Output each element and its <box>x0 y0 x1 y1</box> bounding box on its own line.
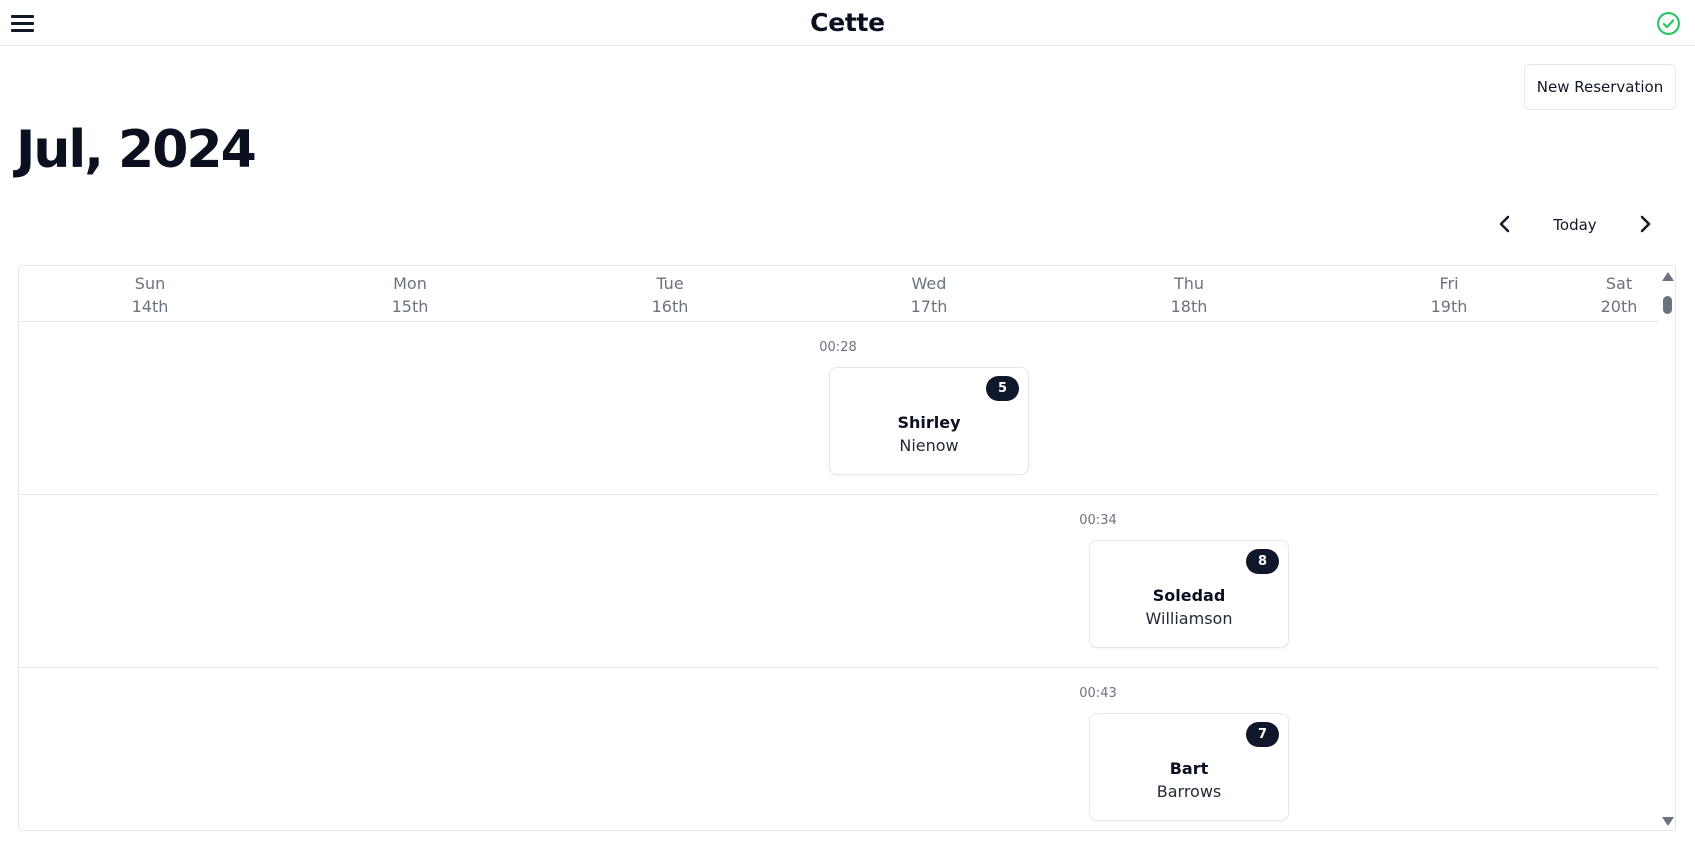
calendar-header: Sun 14th Mon 15th Tue 16th Wed 17th Thu … <box>19 266 1659 322</box>
reservation-time: 00:28 <box>819 340 857 355</box>
day-date: 16th <box>651 297 689 316</box>
month-title: Jul, 2024 <box>16 120 257 180</box>
scroll-up-arrow-icon[interactable] <box>1662 272 1674 281</box>
party-size-badge: 7 <box>1246 722 1279 747</box>
next-week-button[interactable] <box>1632 211 1658 237</box>
guest-last-name: Williamson <box>1145 609 1233 628</box>
day-header-fri: Fri 19th <box>1389 272 1509 318</box>
guest-first-name: Soledad <box>1152 586 1226 605</box>
week-calendar: Sun 14th Mon 15th Tue 16th Wed 17th Thu … <box>18 265 1676 831</box>
new-reservation-button[interactable]: New Reservation <box>1524 64 1676 110</box>
vertical-scrollbar[interactable] <box>1659 266 1675 830</box>
today-button[interactable]: Today <box>1540 212 1610 238</box>
day-header-mon: Mon 15th <box>350 272 470 318</box>
chevron-left-icon <box>1499 215 1510 233</box>
day-name: Mon <box>393 274 427 293</box>
chevron-right-icon <box>1640 215 1651 233</box>
day-header-tue: Tue 16th <box>610 272 730 318</box>
scroll-thumb[interactable] <box>1663 296 1672 314</box>
day-name: Wed <box>911 274 947 293</box>
day-name: Fri <box>1439 274 1459 293</box>
day-name: Sun <box>134 274 166 293</box>
top-bar: Cette <box>0 0 1695 46</box>
day-name: Thu <box>1173 274 1205 293</box>
party-size-badge: 5 <box>986 376 1019 401</box>
day-header-sun: Sun 14th <box>90 272 210 318</box>
guest-last-name: Nienow <box>899 436 959 455</box>
check-circle-icon <box>1657 12 1680 35</box>
day-date: 14th <box>131 297 169 316</box>
guest-last-name: Barrows <box>1156 782 1222 801</box>
reservation-card[interactable]: 5 Shirley Nienow <box>829 367 1029 475</box>
reservation-row: 00:43 7 Bart Barrows <box>19 668 1659 830</box>
day-date: 17th <box>910 297 948 316</box>
hamburger-menu-icon[interactable] <box>11 13 34 33</box>
scroll-down-arrow-icon[interactable] <box>1662 817 1674 826</box>
day-date: 18th <box>1170 297 1208 316</box>
guest-first-name: Bart <box>1169 759 1209 778</box>
reservation-time: 00:34 <box>1079 513 1117 528</box>
party-size-badge: 8 <box>1246 549 1279 574</box>
day-date: 19th <box>1430 297 1468 316</box>
day-header-thu: Thu 18th <box>1129 272 1249 318</box>
reservation-row: 00:28 5 Shirley Nienow <box>19 322 1659 495</box>
reservation-card[interactable]: 7 Bart Barrows <box>1089 713 1289 821</box>
reservation-card[interactable]: 8 Soledad Williamson <box>1089 540 1289 648</box>
guest-first-name: Shirley <box>897 413 961 432</box>
app-title: Cette <box>810 8 885 37</box>
previous-week-button[interactable] <box>1492 211 1518 237</box>
reservation-time: 00:43 <box>1079 686 1117 701</box>
day-date: 15th <box>391 297 429 316</box>
day-header-wed: Wed 17th <box>869 272 989 318</box>
reservation-row: 00:34 8 Soledad Williamson <box>19 495 1659 668</box>
day-name: Tue <box>656 274 684 293</box>
